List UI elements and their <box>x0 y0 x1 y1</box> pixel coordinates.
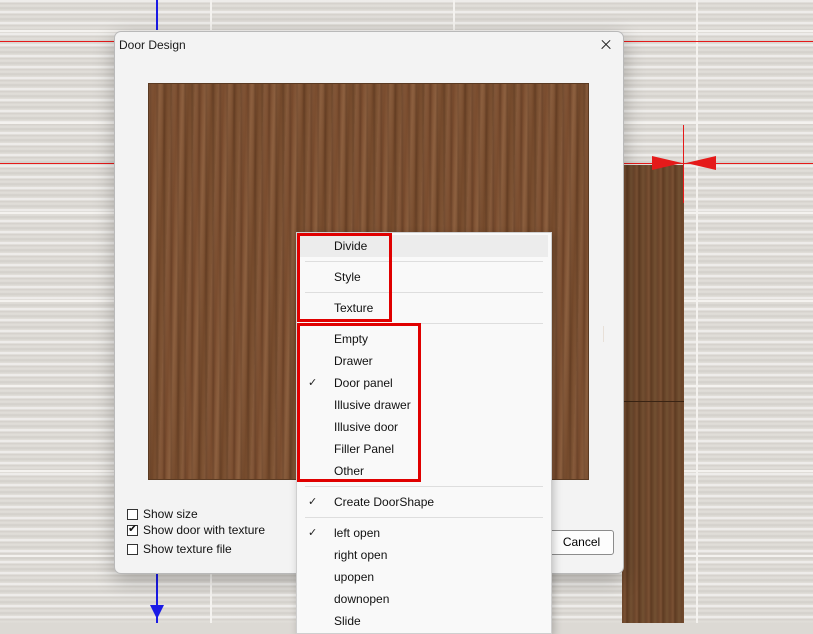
menu-item-label: Illusive drawer <box>334 398 411 412</box>
context-menu: Divide Style Texture Empty Drawer ✓ Door … <box>296 232 552 634</box>
menu-item-empty[interactable]: Empty <box>297 328 551 350</box>
show-size-label: Show size <box>143 507 198 521</box>
dimension-arrow-left-icon <box>686 156 716 170</box>
menu-item-label: Divide <box>334 239 368 253</box>
menu-item-label: downopen <box>334 592 390 606</box>
menu-item-label: Slide <box>334 614 361 628</box>
cabinet-door-model[interactable] <box>622 165 684 623</box>
menu-item-upopen[interactable]: upopen <box>297 566 551 588</box>
menu-item-downopen[interactable]: downopen <box>297 588 551 610</box>
show-size-option[interactable]: Show size <box>127 507 198 521</box>
show-texture-file-checkbox[interactable] <box>127 543 138 555</box>
checkmark-icon: ✓ <box>308 377 318 389</box>
menu-item-create-doorshape[interactable]: ✓ Create DoorShape <box>297 491 551 513</box>
menu-separator <box>305 517 543 518</box>
menu-item-label: Texture <box>334 301 374 315</box>
dialog-title: Door Design <box>119 38 186 52</box>
menu-item-illusive-drawer[interactable]: Illusive drawer <box>297 394 551 416</box>
menu-item-label: Other <box>334 464 365 478</box>
menu-item-label: Illusive door <box>334 420 399 434</box>
checkmark-icon: ✓ <box>308 527 318 539</box>
show-size-checkbox[interactable] <box>127 508 138 520</box>
menu-item-divide[interactable]: Divide <box>300 235 548 257</box>
menu-item-illusive-door[interactable]: Illusive door <box>297 416 551 438</box>
menu-separator <box>305 486 543 487</box>
preview-marker <box>603 326 604 342</box>
menu-separator <box>305 292 543 293</box>
menu-separator <box>305 323 543 324</box>
menu-item-label: Filler Panel <box>334 442 395 456</box>
tile-joint <box>696 0 698 623</box>
show-texture-file-option[interactable]: Show texture file <box>127 542 232 556</box>
menu-item-other[interactable]: Other <box>297 460 551 482</box>
menu-item-drawer[interactable]: Drawer <box>297 350 551 372</box>
menu-separator <box>305 261 543 262</box>
menu-item-label: right open <box>334 548 388 562</box>
menu-item-label: Drawer <box>334 354 373 368</box>
menu-item-texture[interactable]: Texture <box>297 297 551 319</box>
show-door-with-texture-option[interactable]: Show door with texture <box>127 523 265 537</box>
guide-line-blue <box>156 0 158 30</box>
checkmark-icon: ✓ <box>308 496 318 508</box>
show-texture-file-label: Show texture file <box>143 542 232 556</box>
dimension-arrow-down-icon <box>150 605 164 619</box>
show-door-with-texture-label: Show door with texture <box>143 523 266 537</box>
menu-item-slide[interactable]: Slide <box>297 610 551 632</box>
menu-item-label: Style <box>334 270 361 284</box>
menu-item-label: Create DoorShape <box>334 495 435 509</box>
menu-item-style[interactable]: Style <box>297 266 551 288</box>
menu-item-left-open[interactable]: ✓ left open <box>297 522 551 544</box>
show-door-with-texture-checkbox[interactable] <box>127 523 138 536</box>
guide-line-vertical <box>683 125 684 203</box>
menu-item-filler-panel[interactable]: Filler Panel <box>297 438 551 460</box>
menu-item-door-panel[interactable]: ✓ Door panel <box>297 372 551 394</box>
cancel-button[interactable]: Cancel <box>549 530 614 555</box>
menu-item-label: Door panel <box>334 376 393 390</box>
dimension-arrow-right-icon <box>652 156 682 170</box>
menu-item-right-open[interactable]: right open <box>297 544 551 566</box>
menu-item-label: upopen <box>334 570 375 584</box>
menu-item-label: left open <box>334 526 381 540</box>
close-icon[interactable] <box>595 34 617 56</box>
menu-item-label: Empty <box>334 332 369 346</box>
